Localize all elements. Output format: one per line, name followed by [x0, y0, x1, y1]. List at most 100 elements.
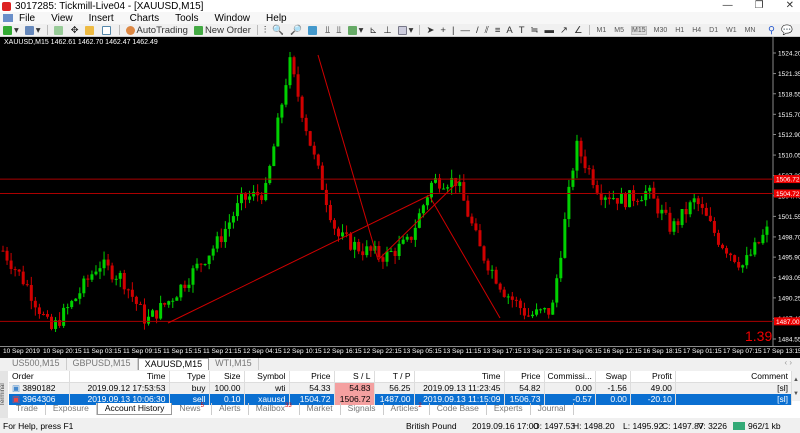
column-header[interactable]: Time [414, 371, 505, 383]
arrows-tool[interactable]: ≒ [531, 25, 539, 36]
column-header[interactable]: T / P [374, 371, 415, 383]
chart-window-icon[interactable] [3, 14, 13, 22]
column-header[interactable]: Commissi... [544, 371, 596, 383]
new-chart-button[interactable]: ▾ [3, 25, 19, 36]
terminal-tab-trade[interactable]: Trade [9, 403, 46, 415]
candle-bear [733, 255, 737, 262]
channel-tool[interactable]: ⫽ [485, 25, 489, 36]
chart-tab-xauusd[interactable]: XAUUSD,M15 [137, 358, 210, 370]
trendline[interactable] [377, 179, 461, 261]
menu-help[interactable]: Help [266, 13, 287, 24]
chart-tab-wti[interactable]: WTI,M15 [209, 358, 259, 370]
trendline-tool[interactable]: / [476, 25, 479, 36]
trendline[interactable] [429, 196, 501, 319]
tile-windows-button[interactable] [307, 25, 319, 35]
text-tool[interactable]: A [506, 25, 512, 36]
menu-insert[interactable]: Insert [89, 13, 114, 24]
column-header[interactable]: Time [69, 371, 170, 383]
new-order-button[interactable]: New Order [193, 25, 251, 36]
price-tick-label: 1498.70 [778, 234, 800, 241]
horizontal-line-tool[interactable]: — [460, 25, 470, 36]
timeframe-w1[interactable]: W1 [726, 27, 737, 34]
timeframe-m1[interactable]: M1 [597, 27, 607, 34]
chart-tab-gbpusd[interactable]: GBPUSD,M15 [67, 358, 138, 370]
terminal-button[interactable] [101, 25, 113, 35]
chat-icon: 💬 [781, 24, 793, 36]
column-header[interactable]: Price [504, 371, 545, 383]
menu-charts[interactable]: Charts [130, 13, 159, 24]
minimize-button[interactable]: — [723, 0, 733, 11]
zoom-out-button[interactable]: 🔎 [290, 25, 302, 36]
gann-tool[interactable]: ↗ [560, 25, 568, 36]
terminal-tab-journal[interactable]: Journal [531, 403, 574, 415]
price-chart[interactable]: 1524.20 1521.35 1518.55 1515.70 1512.90 1510.… [0, 37, 800, 346]
timeframe-m5[interactable]: M5 [614, 27, 624, 34]
table-row[interactable]: ▣ 3890182 2019.09.12 17:53:53 buy 100.00 wti… [9, 382, 793, 394]
period-separator-button[interactable]: ⫫ [325, 25, 330, 36]
candle-bear [296, 74, 300, 97]
market-watch-button[interactable] [53, 25, 65, 35]
menu-file[interactable]: File [19, 13, 35, 24]
column-header[interactable]: Price [289, 371, 335, 383]
chart-tab-us500[interactable]: US500,M15 [6, 358, 67, 370]
label-tool[interactable]: T [519, 25, 525, 36]
fibo-tool[interactable]: ≡ [495, 25, 501, 36]
chat-button[interactable]: 💬 [781, 25, 793, 36]
column-header[interactable]: S / L [334, 371, 375, 383]
column-header[interactable]: Size [209, 371, 245, 383]
chart-shift-button[interactable]: ⫶ [264, 25, 266, 36]
terminal-tab-experts[interactable]: Experts [487, 403, 531, 415]
periods-button[interactable]: ⊾ [369, 25, 377, 36]
column-header[interactable]: Profit [630, 371, 676, 383]
terminal-tab-exposure[interactable]: Exposure [46, 403, 97, 415]
timeframe-h1[interactable]: H1 [675, 27, 684, 34]
zoom-in-button[interactable]: 🔍 [272, 25, 284, 36]
trendline[interactable] [167, 194, 431, 324]
cursor-tool[interactable]: ➤ [426, 25, 434, 36]
candle-bear [737, 261, 741, 268]
navigator-button[interactable] [84, 25, 96, 35]
menu-tools[interactable]: Tools [175, 13, 198, 24]
timeframe-m30[interactable]: M30 [654, 27, 668, 34]
tab-label: Market [306, 403, 333, 413]
time-label: 13 Sep 05:15 [403, 348, 442, 355]
column-header[interactable]: Swap [595, 371, 631, 383]
autotrading-button[interactable]: AutoTrading [125, 25, 188, 36]
timeframe-mn[interactable]: MN [745, 27, 756, 34]
autoscroll-button[interactable]: ⫫ [336, 25, 341, 36]
maximize-button[interactable]: ❐ [755, 0, 764, 11]
column-header[interactable]: Comment [675, 371, 793, 383]
search-button[interactable]: ⚲ [768, 25, 775, 36]
terminal-tab-signals[interactable]: Signals [341, 403, 384, 415]
terminal-tab-code-base[interactable]: Code Base [430, 403, 487, 415]
candle-bear [316, 154, 320, 166]
tab-scroll-arrows[interactable]: ‹ › [784, 358, 792, 367]
column-header[interactable]: Symbol [244, 371, 290, 383]
column-header[interactable]: Order [9, 371, 70, 383]
column-header[interactable]: Type [169, 371, 210, 383]
tab-badge: 33 [284, 403, 292, 410]
menu-window[interactable]: Window [214, 13, 250, 24]
terminal-tab-market[interactable]: Market [300, 403, 341, 415]
indicators-button[interactable]: ▾ [347, 25, 363, 36]
crosshair-tool[interactable]: + [440, 25, 446, 36]
profiles-button[interactable]: ▾ [24, 25, 41, 36]
vertical-line-tool[interactable]: | [452, 25, 454, 36]
timeframe-m15[interactable]: M15 [631, 25, 647, 35]
data-window-button[interactable]: ✥ [71, 25, 79, 36]
templates-button[interactable]: ⊥ [383, 25, 391, 36]
trendline[interactable] [317, 54, 379, 261]
terminal-tab-articles[interactable]: Articles2 [384, 403, 430, 415]
timeframe-d1[interactable]: D1 [709, 27, 718, 34]
template-menu-button[interactable]: ▾ [397, 25, 413, 36]
menu-view[interactable]: View [51, 13, 73, 24]
close-button[interactable]: ✕ [786, 0, 794, 11]
terminal-tab-alerts[interactable]: Alerts [212, 403, 249, 415]
timeframe-h4[interactable]: H4 [692, 27, 701, 34]
rectangle-tool[interactable]: ▬ [545, 25, 555, 36]
terminal-tab-news[interactable]: News5 [172, 403, 212, 415]
angle-tool[interactable]: ∠ [574, 25, 583, 36]
terminal-tab-account-history[interactable]: Account History [96, 403, 173, 415]
terminal-tab-mailbox[interactable]: Mailbox33 [249, 403, 300, 415]
table-scrollbar[interactable]: ▲ ▼ [792, 371, 800, 401]
